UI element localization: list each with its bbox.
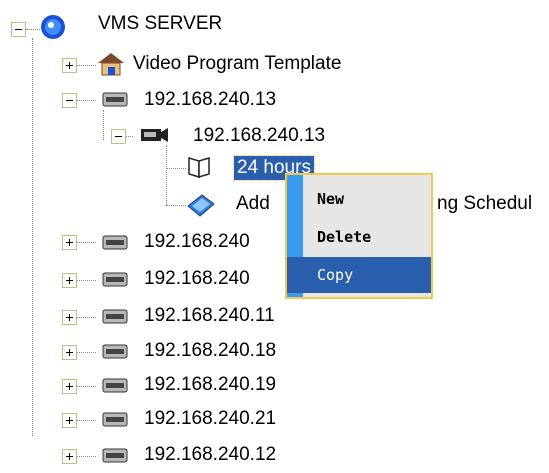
tree-connector-line xyxy=(32,38,33,436)
house-icon xyxy=(98,53,124,76)
add-schedule-icon xyxy=(187,194,215,217)
tree-connector-line xyxy=(166,205,186,206)
menu-item-copy[interactable]: Copy xyxy=(287,257,431,293)
tree-connector-line xyxy=(76,100,96,101)
collapse-toggle[interactable] xyxy=(11,22,26,37)
tree-connector-line xyxy=(26,29,40,30)
tree-connector-line xyxy=(76,352,96,353)
collapse-toggle[interactable] xyxy=(111,129,126,144)
tree-node-label-overflow: ng Schedul xyxy=(437,193,533,214)
tree-node-label[interactable]: 192.168.240.18 xyxy=(144,339,276,363)
expand-toggle[interactable] xyxy=(62,379,77,394)
tree-connector-line xyxy=(76,317,96,318)
tree-node-label[interactable]: Add xyxy=(236,192,270,216)
context-menu: New Delete Copy xyxy=(285,173,433,299)
tree-node-label[interactable]: VMS SERVER xyxy=(98,12,222,36)
tree-connector-line xyxy=(166,168,186,169)
expand-toggle[interactable] xyxy=(62,345,77,360)
tree-node-label[interactable]: 192.168.240.13 xyxy=(193,124,325,148)
dvr-device-icon xyxy=(102,309,128,324)
tree-node-label[interactable]: 192.168.240 xyxy=(144,267,250,291)
menu-item-new[interactable]: New xyxy=(287,181,431,217)
menu-item-delete[interactable]: Delete xyxy=(287,219,431,255)
tree-node-label[interactable]: 192.168.240.11 xyxy=(144,304,275,328)
expand-toggle[interactable] xyxy=(62,58,77,73)
collapse-toggle[interactable] xyxy=(62,93,77,108)
tree-connector-line xyxy=(166,145,167,205)
tree-node-label[interactable]: 192.168.240.13 xyxy=(144,88,276,112)
tree-connector-line xyxy=(76,386,96,387)
dvr-device-icon xyxy=(102,92,128,107)
tree-connector-line xyxy=(76,280,96,281)
expand-toggle[interactable] xyxy=(62,273,77,288)
tree-connector-line xyxy=(103,110,104,140)
expand-toggle[interactable] xyxy=(62,310,77,325)
tree-connector-line xyxy=(76,65,96,66)
expand-toggle[interactable] xyxy=(62,449,77,464)
dvr-device-icon xyxy=(102,235,128,250)
tree-node-label[interactable]: 192.168.240 xyxy=(144,230,250,254)
camera-icon xyxy=(141,128,168,142)
tree-node-label[interactable]: 192.168.240.12 xyxy=(144,443,276,467)
tree-node-label[interactable]: 192.168.240.19 xyxy=(144,373,276,397)
expand-toggle[interactable] xyxy=(62,413,77,428)
globe-icon xyxy=(41,15,65,39)
tree-node-label[interactable]: Video Program Template xyxy=(133,52,341,76)
dvr-device-icon xyxy=(102,412,128,427)
dvr-device-icon xyxy=(102,448,128,463)
tree-node-label[interactable]: 192.168.240.21 xyxy=(144,407,276,431)
expand-toggle[interactable] xyxy=(62,235,77,250)
tree-connector-line xyxy=(76,420,96,421)
tree-connector-line xyxy=(76,242,96,243)
dvr-device-icon xyxy=(102,272,128,287)
dvr-device-icon xyxy=(102,344,128,359)
dvr-device-icon xyxy=(102,378,128,393)
tree-connector-line xyxy=(76,456,96,457)
schedule-book-icon xyxy=(188,156,210,179)
